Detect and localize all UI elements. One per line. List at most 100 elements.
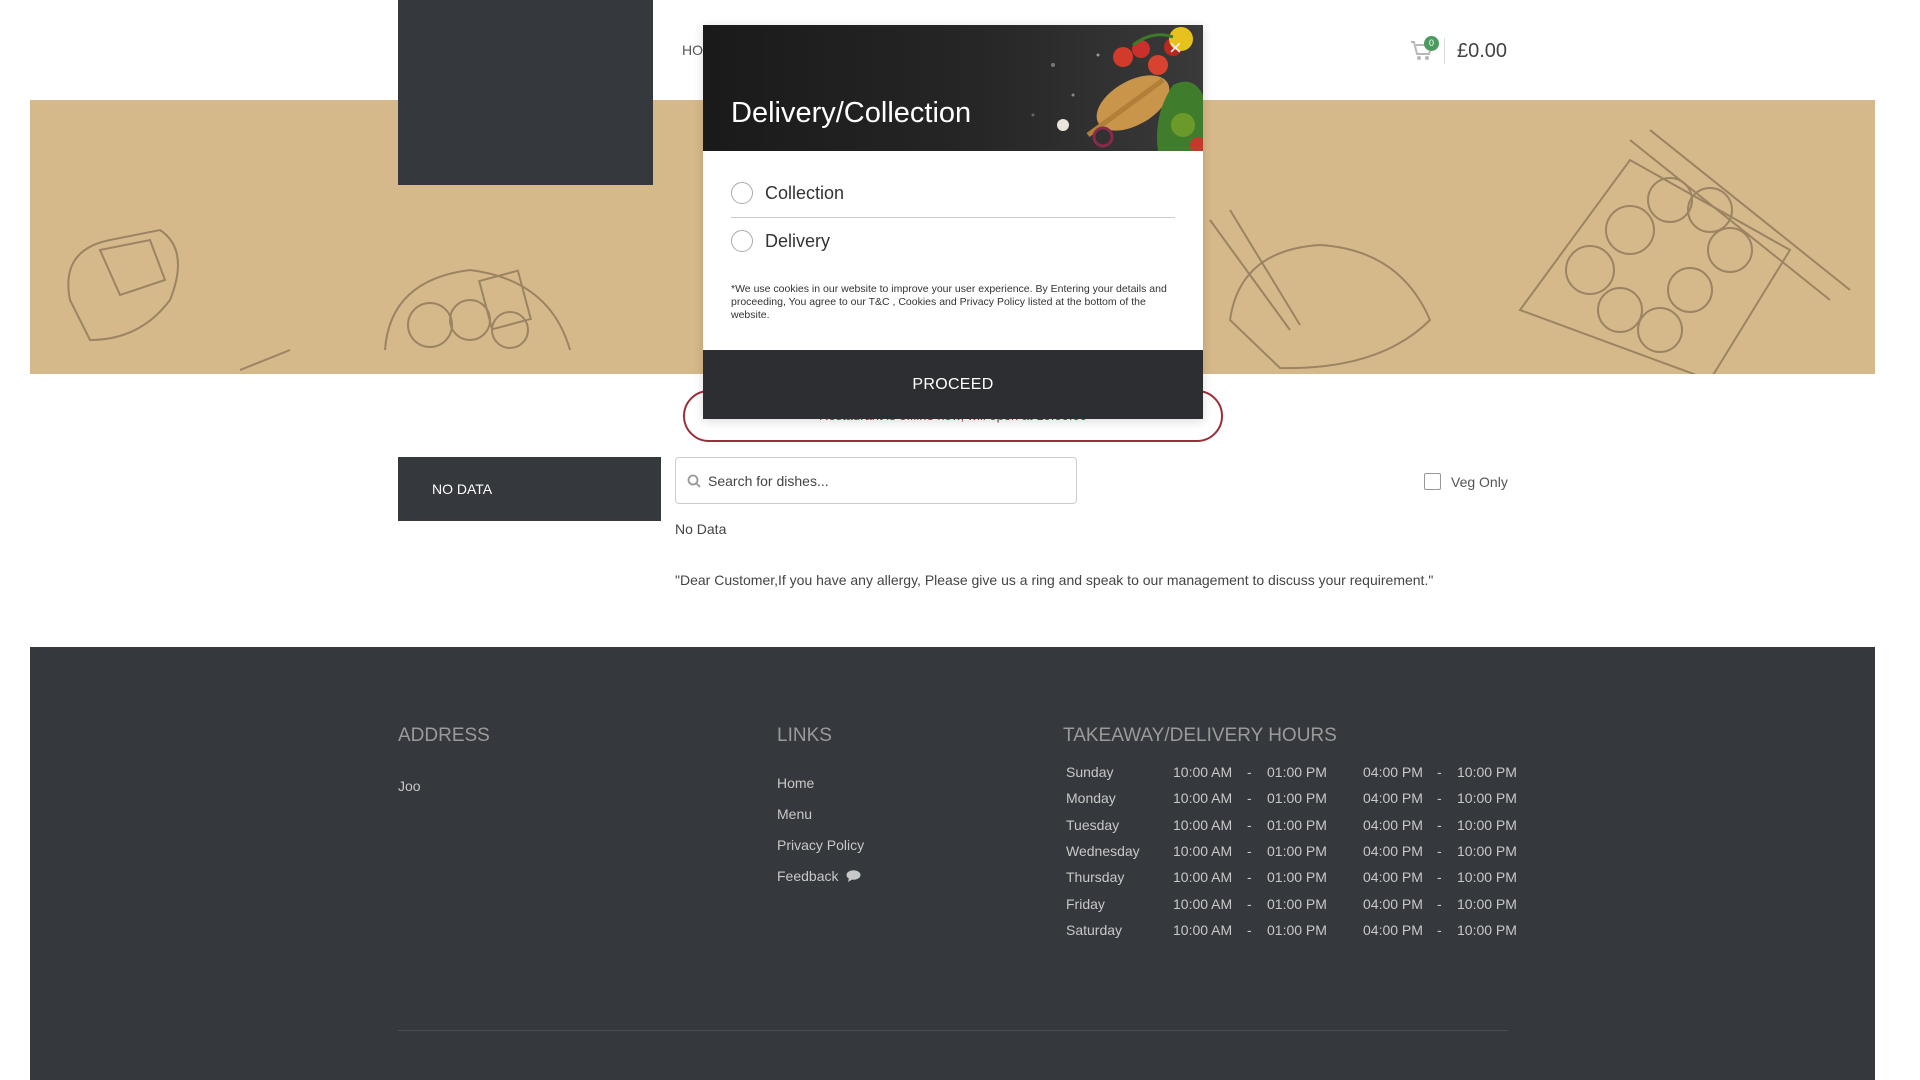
modal-title: Delivery/Collection [731,97,972,129]
hours-open-2: 04:00 PM [1363,764,1423,781]
hours-gap [1339,759,1361,785]
search-input[interactable] [708,458,1068,503]
footer-link-privacy[interactable]: Privacy Policy [777,837,864,868]
footer-link-feedback[interactable]: Feedback [777,868,864,899]
no-data-text: No Data [675,521,727,537]
hours-gap [1339,785,1361,811]
hours-row: Wednesday 10:00 AM -01:00 PM 04:00 PM -10:00… [1064,838,1529,864]
address-heading: ADDRESS [398,725,490,746]
links-heading: LINKS [777,725,832,746]
nav-home-link[interactable]: HO [682,42,703,58]
hours-close-2: 10:00 PM [1457,895,1517,912]
option-collection[interactable]: Collection [731,182,1175,204]
hours-open-2: 04:00 PM [1363,843,1423,860]
hours-close-2: 10:00 PM [1457,843,1517,860]
footer-link-home[interactable]: Home [777,775,864,806]
hours-day: Sunday [1066,764,1114,781]
hours-close-1: 01:00 PM [1267,843,1327,860]
hours-gap [1339,917,1361,943]
hours-dash: - [1247,764,1252,781]
category-menu[interactable]: NO DATA [398,457,661,521]
hours-dash: - [1247,921,1252,938]
hours-row: Thursday 10:00 AM -01:00 PM 04:00 PM -10:00 … [1064,864,1529,890]
hours-day: Saturday [1066,921,1123,938]
hours-row: Monday 10:00 AM -01:00 PM 04:00 PM -10:00 PM [1064,785,1529,811]
site-footer: ADDRESS Joo LINKS Home Menu Privacy Poli… [30,647,1875,1080]
hours-dash: - [1247,790,1252,807]
hours-dash: - [1247,869,1252,886]
hours-close-1: 01:00 PM [1267,869,1327,886]
option-delivery[interactable]: Delivery [731,230,1175,252]
cart-summary[interactable]: 0 £0.00 [1410,36,1507,64]
hours-close-2: 10:00 PM [1457,816,1517,833]
hours-open-2: 04:00 PM [1363,816,1423,833]
cart-icon[interactable]: 0 [1410,36,1439,62]
hours-row: Sunday 10:00 AM -01:00 PM 04:00 PM -10:00 PM [1064,759,1529,785]
delivery-collection-modal: Delivery/Collection × Collection Deliver… [703,25,1203,419]
footer-divider [398,1030,1508,1031]
hours-row: Tuesday 10:00 AM -01:00 PM 04:00 PM -10:00 P… [1064,812,1529,838]
hours-dash: - [1247,816,1252,833]
hours-row: Friday 10:00 AM -01:00 PM 04:00 PM -10:00 PM [1064,890,1529,916]
hours-open-2: 04:00 PM [1363,790,1423,807]
delivery-label: Delivery [765,230,831,251]
hours-close-2: 10:00 PM [1457,764,1517,781]
hours-dash: - [1247,895,1252,912]
veg-only-checkbox[interactable] [1424,473,1441,490]
veg-only-filter[interactable]: Veg Only [1424,473,1508,490]
hours-dash: - [1437,921,1442,938]
hours-open-1: 10:00 AM [1173,764,1233,781]
hours-gap [1339,890,1361,916]
logo-block[interactable] [398,0,653,185]
footer-links: Home Menu Privacy Policy Feedback [777,775,864,899]
veg-only-label: Veg Only [1451,473,1508,490]
allergy-note: "Dear Customer,If you have any allergy, … [675,572,1434,588]
hours-dash: - [1437,843,1442,860]
hours-close-2: 10:00 PM [1457,790,1517,807]
delivery-radio[interactable] [731,230,753,252]
hours-close-2: 10:00 PM [1457,869,1517,886]
cart-divider [1444,38,1445,64]
food-photo [703,25,1203,151]
hours-open-2: 04:00 PM [1363,921,1423,938]
search-box[interactable] [675,457,1077,504]
hours-open-1: 10:00 AM [1173,843,1233,860]
hours-dash: - [1437,764,1442,781]
hours-day: Tuesday [1066,816,1120,833]
hours-open-1: 10:00 AM [1173,895,1233,912]
footer-link-menu[interactable]: Menu [777,806,864,837]
hours-day: Monday [1066,790,1116,807]
chat-icon [846,870,861,882]
hours-dash: - [1247,843,1252,860]
hours-dash: - [1437,790,1442,807]
address-text: Joo [398,778,421,794]
hours-close-1: 01:00 PM [1267,816,1327,833]
hours-day: Wednesday [1066,843,1140,860]
collection-radio[interactable] [731,182,753,204]
hours-close-1: 01:00 PM [1267,895,1327,912]
feedback-label: Feedback [777,868,839,884]
hours-open-2: 04:00 PM [1363,895,1423,912]
hours-gap [1339,812,1361,838]
hours-gap [1339,864,1361,890]
hours-close-1: 01:00 PM [1267,790,1327,807]
hours-day: Friday [1066,895,1105,912]
proceed-button[interactable]: PROCEED [703,350,1203,419]
hours-open-2: 04:00 PM [1363,869,1423,886]
hours-heading: TAKEAWAY/DELIVERY HOURS [1063,725,1337,746]
hours-open-1: 10:00 AM [1173,816,1233,833]
hours-open-1: 10:00 AM [1173,790,1233,807]
modal-header-image: Delivery/Collection × [703,25,1203,151]
hours-close-1: 01:00 PM [1267,921,1327,938]
hours-table: Sunday 10:00 AM -01:00 PM 04:00 PM -10:00 PM… [1064,759,1529,943]
hours-gap [1339,838,1361,864]
hours-dash: - [1437,869,1442,886]
hours-dash: - [1437,816,1442,833]
option-divider [731,217,1175,218]
hours-dash: - [1437,895,1442,912]
hours-open-1: 10:00 AM [1173,921,1233,938]
close-icon[interactable]: × [1169,35,1182,61]
hours-close-1: 01:00 PM [1267,764,1327,781]
hours-open-1: 10:00 AM [1173,869,1233,886]
hours-row: Saturday 10:00 AM -01:00 PM 04:00 PM -10:00 … [1064,917,1529,943]
